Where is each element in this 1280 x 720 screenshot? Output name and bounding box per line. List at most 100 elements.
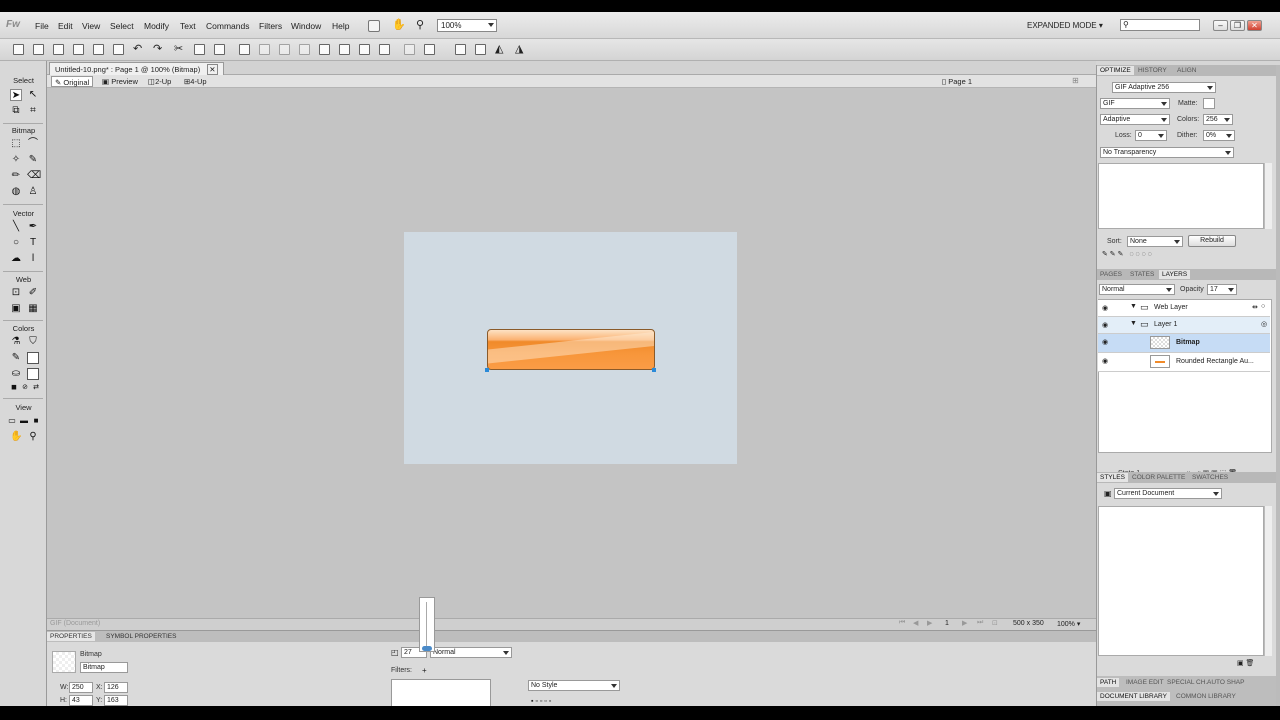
tab-symbol-properties[interactable]: SYMBOL PROPERTIES	[103, 632, 179, 641]
menu-text[interactable]: Text	[180, 21, 196, 31]
workspace-mode-menu[interactable]: EXPANDED MODE ▾	[1027, 21, 1103, 30]
rotate-right-icon[interactable]	[475, 44, 486, 55]
eyedropper-tool-icon[interactable]: ⚗	[10, 336, 22, 348]
menu-file[interactable]: File	[35, 21, 49, 31]
freeform-tool-icon[interactable]: ☁	[10, 253, 22, 265]
tab-common-library[interactable]: COMMON LIBRARY	[1173, 692, 1239, 701]
split-icon[interactable]	[299, 44, 310, 55]
hide-slices-icon[interactable]: ▣	[10, 303, 22, 315]
show-slices-icon[interactable]: ▦	[27, 303, 39, 315]
format-select[interactable]: GIF	[1100, 98, 1170, 109]
layer-row-rounded-rect[interactable]: ◉ Rounded Rectangle Au...	[1098, 353, 1270, 372]
menu-view[interactable]: View	[82, 21, 100, 31]
copy-icon[interactable]	[194, 44, 205, 55]
zoom-icon[interactable]: ⚲	[416, 18, 424, 31]
tab-layers[interactable]: LAYERS	[1159, 270, 1191, 279]
swap-colors-icon[interactable]: ⇄	[30, 382, 42, 394]
minimize-button[interactable]: –	[1213, 20, 1228, 31]
tab-states[interactable]: STATES	[1127, 270, 1157, 279]
help-search-input[interactable]: ⚲	[1120, 19, 1200, 31]
zoom-tool-icon[interactable]: ⚲	[27, 431, 39, 443]
workspace[interactable]	[47, 88, 1096, 618]
combine-icon[interactable]	[279, 44, 290, 55]
ellipse-tool-icon[interactable]: ○	[10, 237, 22, 249]
rebuild-button[interactable]: Rebuild	[1188, 235, 1236, 247]
object-name-input[interactable]: Bitmap	[80, 662, 128, 673]
slider-thumb[interactable]	[422, 646, 432, 651]
eye-icon[interactable]: ◉	[1102, 304, 1110, 312]
eye-icon[interactable]: ◉	[1102, 321, 1110, 329]
expand-icon[interactable]: ▼	[1130, 303, 1137, 310]
blend-mode-select[interactable]: Normal	[430, 647, 512, 658]
magic-wand-tool-icon[interactable]: ✧	[10, 154, 22, 166]
hand-tool-icon[interactable]: ✋	[10, 431, 22, 443]
rotate-left-icon[interactable]	[455, 44, 466, 55]
stamp-tool-icon[interactable]: ♙	[27, 186, 39, 198]
tab-path[interactable]: PATH	[1097, 678, 1120, 687]
matte-swatch[interactable]	[1203, 98, 1215, 109]
slice-tool-icon[interactable]: ✐	[27, 287, 39, 299]
menu-select[interactable]: Select	[110, 21, 134, 31]
tab-align[interactable]: ALIGN	[1174, 66, 1200, 75]
status-zoom[interactable]: 100% ▾	[1057, 620, 1080, 628]
tab-history[interactable]: HISTORY	[1135, 66, 1170, 75]
scale-tool-icon[interactable]: ⧉	[10, 105, 22, 117]
optimize-preset-select[interactable]: GIF Adaptive 256	[1112, 82, 1216, 93]
full-screen-menu-icon[interactable]: ▬	[18, 415, 30, 427]
redo-icon[interactable]: ↷	[153, 42, 162, 55]
crop-tool-icon[interactable]: ⌗	[27, 105, 39, 117]
menu-help[interactable]: Help	[332, 21, 349, 31]
close-window-button[interactable]: ✕	[1247, 20, 1262, 31]
document-canvas[interactable]	[404, 232, 737, 464]
pointer-tool-icon[interactable]: ➤	[10, 89, 22, 101]
menu-modify[interactable]: Modify	[144, 21, 169, 31]
last-page-icon[interactable]: ⏭	[977, 619, 983, 627]
menu-filters[interactable]: Filters	[259, 21, 282, 31]
layer-row-layer1[interactable]: ◉ ▼ ▭ Layer 1 ◎	[1098, 317, 1270, 334]
selection-handle[interactable]	[485, 368, 489, 372]
layout-icon[interactable]	[368, 20, 380, 32]
cut-icon[interactable]: ✂	[174, 42, 183, 55]
layer-opacity-input[interactable]: 17	[1207, 284, 1237, 295]
next-page-icon[interactable]: ▶	[962, 619, 967, 627]
styles-scrollbar[interactable]	[1264, 506, 1272, 656]
menu-commands[interactable]: Commands	[206, 21, 249, 31]
send-back-icon[interactable]	[379, 44, 390, 55]
color-edit-icons[interactable]: ✎ ✎ ✎ ◌ ◌ ◌ ◌	[1102, 250, 1152, 258]
view-2up-tab[interactable]: ◫2-Up	[145, 76, 174, 87]
pencil-tool-icon[interactable]: ✏	[10, 170, 22, 182]
view-preview-tab[interactable]: ▣ Preview	[99, 76, 141, 87]
view-4up-tab[interactable]: ⊞4-Up	[181, 76, 210, 87]
send-backward-icon[interactable]	[359, 44, 370, 55]
eye-icon[interactable]: ◉	[1102, 338, 1110, 346]
opacity-slider-popup[interactable]	[419, 597, 435, 652]
pen-tool-icon[interactable]: ✒	[27, 221, 39, 233]
tab-swatches[interactable]: SWATCHES	[1189, 473, 1231, 482]
group-icon[interactable]	[239, 44, 250, 55]
import-icon[interactable]	[73, 44, 84, 55]
first-page-icon[interactable]: ⏮	[899, 619, 905, 627]
color-table-scrollbar[interactable]	[1264, 163, 1272, 229]
panel-dock-edge[interactable]	[1276, 65, 1280, 706]
knife-tool-icon[interactable]: ǀ	[27, 253, 39, 265]
styles-actions-icons[interactable]: ▣ 🗑	[1237, 659, 1254, 667]
zoom-select[interactable]: 100%	[437, 19, 497, 32]
colors-select[interactable]: 256	[1203, 114, 1233, 125]
lock-icon[interactable]: ○	[1261, 303, 1265, 310]
save-icon[interactable]	[53, 44, 64, 55]
blur-tool-icon[interactable]: ◍	[10, 186, 22, 198]
loop-icon[interactable]: ⊡	[992, 619, 998, 627]
flip-vertical-icon[interactable]: ◮	[515, 42, 523, 55]
marquee-tool-icon[interactable]: ⬚	[10, 138, 22, 150]
tab-document-library[interactable]: DOCUMENT LIBRARY	[1097, 692, 1170, 701]
page-selector[interactable]: ▯ Page 1	[942, 77, 972, 86]
full-screen-icon[interactable]: ■	[30, 415, 42, 427]
expand-icon[interactable]: ▼	[1130, 320, 1137, 327]
layer-blend-select[interactable]: Normal	[1099, 284, 1175, 295]
color-table[interactable]	[1098, 163, 1264, 229]
close-icon[interactable]: ✕	[207, 64, 218, 75]
tab-color-palette[interactable]: COLOR PALETTE	[1129, 473, 1188, 482]
standard-screen-icon[interactable]: ▭	[6, 415, 18, 427]
hand-icon[interactable]: ✋	[392, 18, 406, 31]
page-nav-icon[interactable]: ⊞	[1072, 76, 1079, 85]
